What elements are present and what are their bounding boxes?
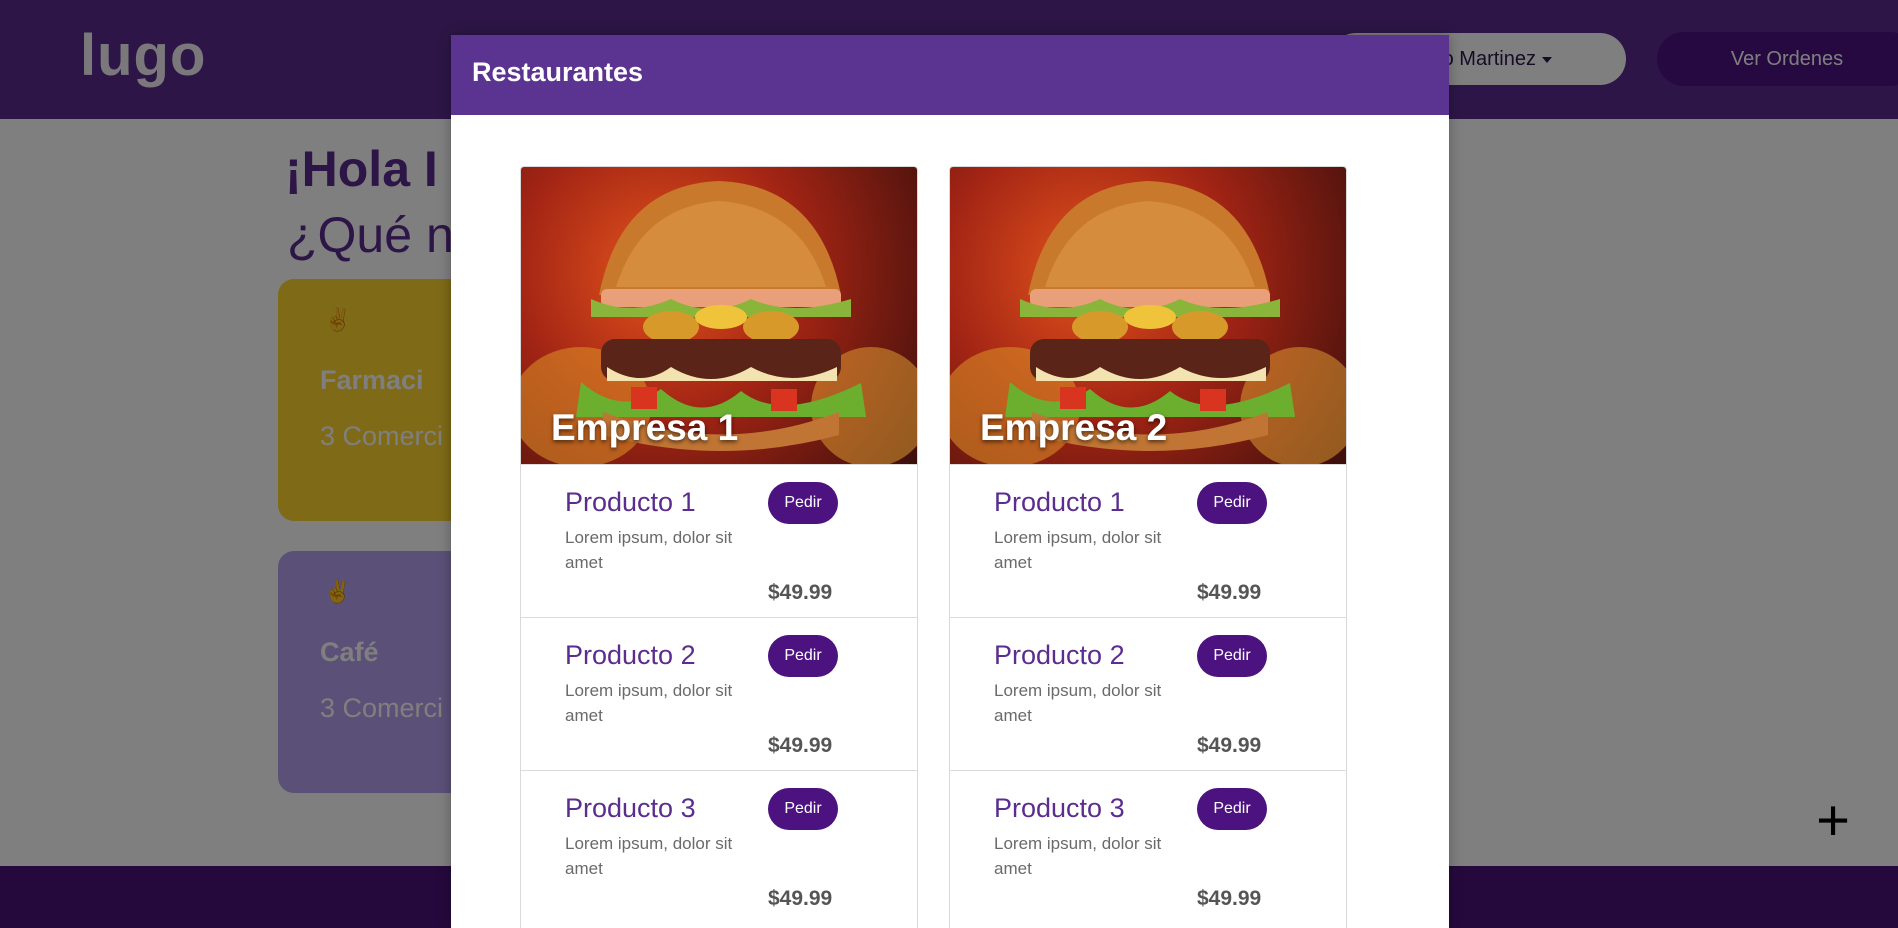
- product-description: Lorem ipsum, dolor sit amet: [994, 681, 1162, 725]
- product-item: Producto 2 Lorem ipsum, dolor sit amet P…: [950, 617, 1346, 770]
- order-button[interactable]: Pedir: [768, 482, 838, 524]
- product-item: Producto 3 Lorem ipsum, dolor sit amet P…: [521, 770, 917, 923]
- product-item: Producto 1 Lorem ipsum, dolor sit amet P…: [950, 464, 1346, 617]
- product-name: Producto 2: [994, 640, 1125, 670]
- order-button[interactable]: Pedir: [1197, 635, 1267, 677]
- order-button[interactable]: Pedir: [768, 635, 838, 677]
- product-item: Producto 3 Lorem ipsum, dolor sit amet P…: [950, 770, 1346, 923]
- restaurants-modal: Restaurantes Empresa 1 Producto 1 Lorem …: [451, 35, 1449, 928]
- product-item: Producto 2 Lorem ipsum, dolor sit amet P…: [521, 617, 917, 770]
- product-name: Producto 3: [565, 793, 696, 823]
- product-item: Producto 1 Lorem ipsum, dolor sit amet P…: [521, 464, 917, 617]
- restaurant-card[interactable]: Empresa 2 Producto 1 Lorem ipsum, dolor …: [949, 166, 1347, 928]
- product-name: Producto 2: [565, 640, 696, 670]
- product-price: $49.99: [1197, 581, 1262, 604]
- modal-title: Restaurantes: [472, 57, 644, 87]
- restaurant-name: Empresa 1: [551, 407, 739, 448]
- order-button[interactable]: Pedir: [1197, 482, 1267, 524]
- product-description: Lorem ipsum, dolor sit amet: [994, 834, 1162, 878]
- product-description: Lorem ipsum, dolor sit amet: [994, 528, 1162, 572]
- modal-header: Restaurantes: [451, 35, 1449, 115]
- restaurant-name: Empresa 2: [980, 407, 1168, 448]
- product-description: Lorem ipsum, dolor sit amet: [565, 528, 733, 572]
- product-price: $49.99: [1197, 734, 1262, 757]
- burger-image: Empresa 1: [521, 167, 917, 464]
- product-name: Producto 3: [994, 793, 1125, 823]
- product-name: Producto 1: [565, 487, 696, 517]
- order-button[interactable]: Pedir: [768, 788, 838, 830]
- product-description: Lorem ipsum, dolor sit amet: [565, 834, 733, 878]
- product-price: $49.99: [1197, 887, 1262, 910]
- product-price: $49.99: [768, 734, 833, 757]
- order-button[interactable]: Pedir: [1197, 788, 1267, 830]
- product-price: $49.99: [768, 581, 833, 604]
- restaurant-card[interactable]: Empresa 1 Producto 1 Lorem ipsum, dolor …: [520, 166, 918, 928]
- product-description: Lorem ipsum, dolor sit amet: [565, 681, 733, 725]
- product-price: $49.99: [768, 887, 833, 910]
- burger-image: Empresa 2: [950, 167, 1346, 464]
- product-name: Producto 1: [994, 487, 1125, 517]
